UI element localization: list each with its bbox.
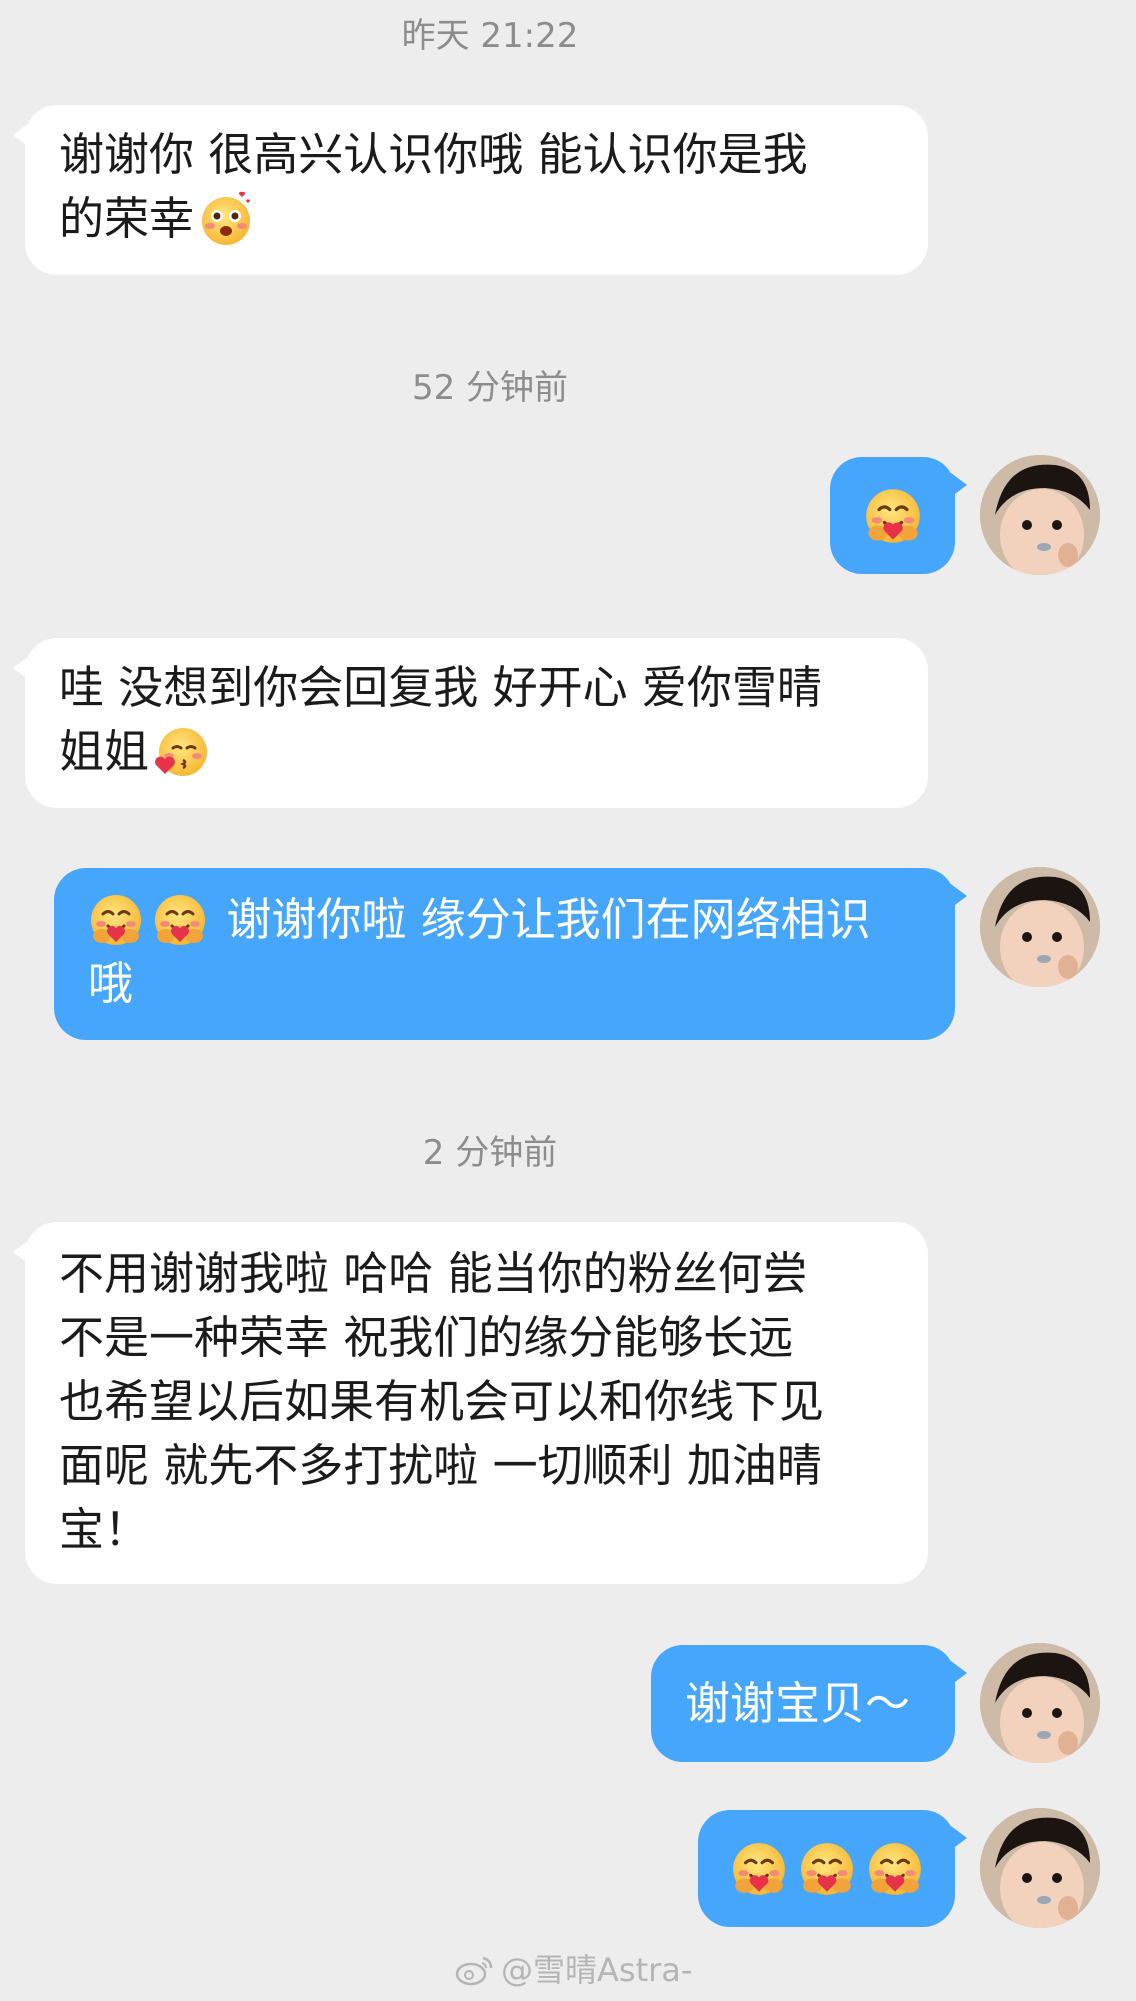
watermark-text: @雪晴Astra- [501, 1951, 693, 1989]
hug-emoji-icon [866, 1840, 924, 1898]
message-text: 哇 没想到你会回复我 好开心 爱你雪晴 [59, 661, 822, 714]
avatar-photo [980, 455, 1100, 575]
message-text: 宝！ [59, 1503, 150, 1556]
message-text: 姐姐 [59, 720, 894, 784]
message-text: 不是一种荣幸 祝我们的缘分能够长远 [59, 1311, 794, 1364]
message-text: 谢谢你啦 缘分让我们在网络相识 [88, 888, 921, 952]
avatar[interactable] [980, 1643, 1100, 1763]
message-text: 哦 [88, 957, 134, 1010]
timestamp: 52 分钟前 [411, 368, 569, 408]
avatar-photo [980, 867, 1100, 987]
hug-emoji-icon [863, 486, 923, 546]
message-text: 的荣幸 [59, 187, 894, 251]
timestamp: 2 分钟前 [422, 1133, 558, 1173]
hug-emoji-icon [152, 892, 208, 948]
hug-emoji-icon [88, 892, 144, 948]
message-text: 谢谢宝贝～ [685, 1676, 911, 1730]
hug-emoji-icon [798, 1840, 856, 1898]
incoming-message-bubble[interactable]: 哇 没想到你会回复我 好开心 爱你雪晴 姐姐 [13, 638, 928, 808]
outgoing-message-bubble[interactable] [698, 1810, 967, 1927]
outgoing-message-bubble[interactable]: 谢谢宝贝～ [651, 1645, 967, 1762]
avatar[interactable] [980, 1808, 1100, 1928]
message-text: 也希望以后如果有机会可以和你线下见 [59, 1375, 825, 1428]
hug-emoji-icon [730, 1840, 788, 1898]
heart-kiss-emoji-icon [153, 724, 209, 780]
message-text: 面呢 就先不多打扰啦 一切顺利 加油晴 [59, 1439, 822, 1492]
message-text: 不用谢谢我啦 哈哈 能当你的粉丝何尝 [59, 1247, 808, 1300]
outgoing-message-bubble[interactable] [830, 457, 967, 574]
avatar[interactable] [980, 455, 1100, 575]
outgoing-message-bubble[interactable]: 谢谢你啦 缘分让我们在网络相识 哦 [54, 868, 967, 1040]
message-text: 谢谢你 很高兴认识你哦 能认识你是我 [59, 128, 808, 181]
incoming-message-bubble[interactable]: 不用谢谢我啦 哈哈 能当你的粉丝何尝 不是一种荣幸 祝我们的缘分能够长远 也希望… [13, 1222, 928, 1584]
avatar-photo [980, 1643, 1100, 1763]
avatar[interactable] [980, 867, 1100, 987]
watermark: @雪晴Astra- [455, 1950, 692, 1990]
timestamp: 昨天 21:22 [401, 16, 579, 56]
blushing-love-emoji-icon [198, 191, 254, 247]
avatar-photo [980, 1808, 1100, 1928]
weibo-logo-icon [455, 1956, 493, 1986]
incoming-message-bubble[interactable]: 谢谢你 很高兴认识你哦 能认识你是我 的荣幸 [13, 105, 928, 275]
